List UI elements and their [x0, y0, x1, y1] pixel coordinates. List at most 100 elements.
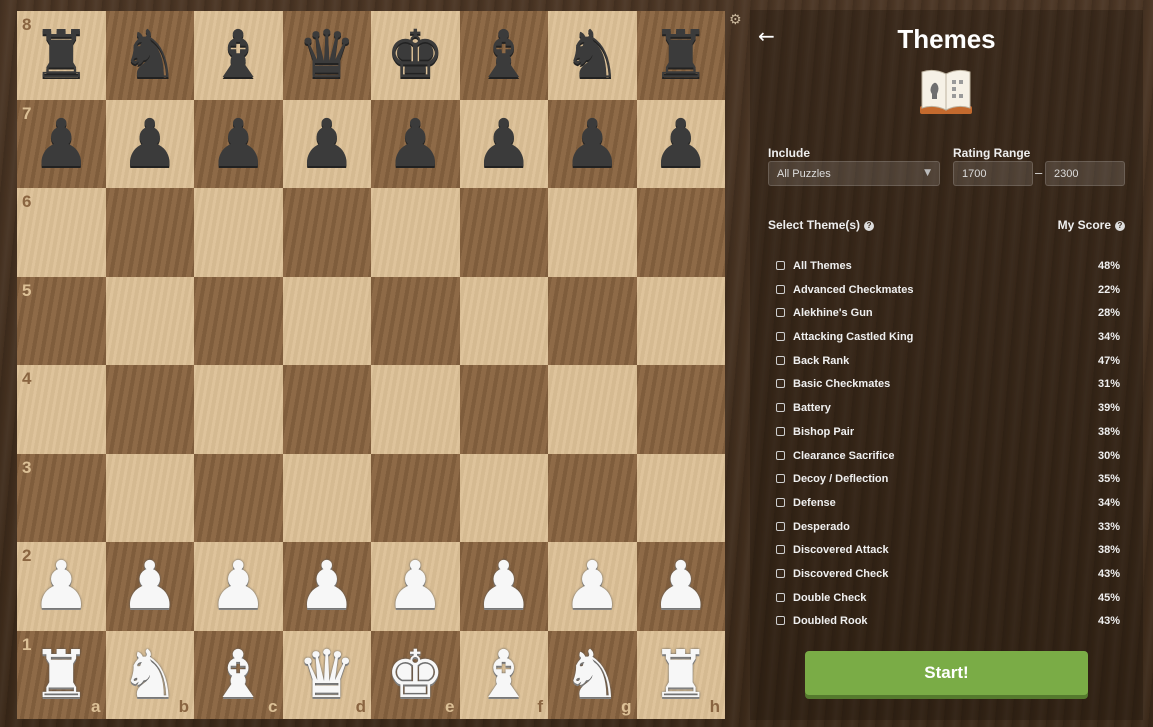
theme-checkbox[interactable] — [776, 426, 785, 436]
square-b7[interactable]: ♟ — [105, 99, 195, 189]
theme-checkbox[interactable] — [776, 545, 785, 555]
rating-min-input[interactable] — [953, 161, 1033, 186]
square-h3[interactable] — [636, 453, 725, 542]
square-g4[interactable] — [548, 365, 637, 454]
theme-checkbox[interactable] — [776, 379, 785, 389]
square-b3[interactable] — [105, 453, 194, 542]
square-a2[interactable]: ♟ 2 — [17, 542, 106, 631]
square-h2[interactable]: ♟ — [636, 542, 726, 631]
chess-piece[interactable]: ♟ — [194, 542, 283, 631]
square-c2[interactable]: ♟ — [194, 542, 283, 631]
square-d5[interactable] — [282, 276, 371, 365]
square-d1[interactable]: ♛ d — [282, 630, 371, 719]
square-g6[interactable] — [548, 188, 637, 277]
themes-list[interactable]: All Themes 48% Advanced Checkmates 22% Alekh… — [768, 254, 1128, 640]
theme-row[interactable]: Back Rank 47% — [768, 349, 1128, 373]
chess-piece[interactable]: ♝ — [194, 11, 283, 100]
chess-piece[interactable]: ♟ — [106, 100, 195, 189]
square-a3[interactable]: 3 — [17, 453, 106, 542]
chess-piece[interactable]: ♝ — [460, 11, 549, 100]
square-h1[interactable]: ♜ h — [636, 630, 725, 719]
square-c4[interactable] — [194, 365, 283, 454]
square-a5[interactable]: 5 — [17, 276, 106, 365]
chess-piece[interactable]: ♞ — [106, 11, 195, 100]
theme-row[interactable]: All Themes 48% — [768, 254, 1128, 278]
square-d6[interactable] — [282, 188, 371, 277]
square-e2[interactable]: ♟ — [371, 542, 460, 631]
square-b8[interactable]: ♞ — [105, 11, 195, 100]
square-e4[interactable] — [371, 365, 460, 454]
theme-checkbox[interactable] — [776, 450, 785, 460]
theme-checkbox[interactable] — [776, 616, 785, 626]
help-icon[interactable]: ? — [1115, 220, 1125, 231]
square-h5[interactable] — [636, 276, 725, 365]
square-b4[interactable] — [105, 365, 194, 454]
theme-checkbox[interactable] — [776, 261, 785, 270]
theme-row[interactable]: Bishop Pair 38% — [768, 420, 1128, 444]
square-f2[interactable]: ♟ — [459, 542, 548, 631]
square-h6[interactable] — [636, 188, 725, 277]
square-g3[interactable] — [548, 453, 637, 542]
theme-row[interactable]: Double Check 45% — [768, 586, 1128, 610]
theme-row[interactable]: Discovered Check 43% — [768, 562, 1128, 586]
theme-checkbox[interactable] — [776, 497, 785, 507]
square-h4[interactable] — [636, 365, 725, 454]
square-e6[interactable] — [371, 188, 460, 277]
theme-row[interactable]: Discovered Attack 38% — [768, 538, 1128, 562]
square-a7[interactable]: ♟ 7 — [17, 99, 106, 188]
chess-piece[interactable]: ♟ — [460, 100, 549, 189]
square-f5[interactable] — [459, 276, 548, 365]
square-c1[interactable]: ♝ c — [194, 630, 283, 719]
theme-row[interactable]: Basic Checkmates 31% — [768, 372, 1128, 396]
square-h8[interactable]: ♜ — [636, 11, 725, 100]
square-g8[interactable]: ♞ — [548, 11, 637, 100]
square-d4[interactable] — [282, 365, 371, 454]
theme-row[interactable]: Desperado 33% — [768, 515, 1128, 539]
square-e8[interactable]: ♚ — [371, 11, 460, 100]
chess-piece[interactable]: ♟ — [637, 100, 726, 189]
chess-piece[interactable]: ♟ — [283, 542, 372, 631]
theme-checkbox[interactable] — [776, 355, 785, 365]
chess-piece[interactable]: ♚ — [371, 11, 460, 100]
square-a1[interactable]: ♜ 1 a — [17, 630, 106, 719]
square-d3[interactable] — [282, 453, 371, 542]
square-a6[interactable]: 6 — [17, 188, 106, 277]
rating-max-input[interactable] — [1045, 161, 1125, 186]
chess-piece[interactable]: ♟ — [371, 542, 460, 631]
square-f6[interactable] — [459, 188, 548, 277]
square-h7[interactable]: ♟ — [636, 99, 726, 189]
theme-checkbox[interactable] — [776, 474, 785, 484]
chess-board[interactable]: ♜ 8 ♞ ♝ ♛ ♚ ♝ ♞ ♜ ♟ 7 ♟ ♟ ♟ ♟ ♟ ♟ ♟ 6 5 4 3 ♟ 2 ♟ ♟ ♟ ♟ ♟ ♟ ♟ ♜ 1 a ♞ b ♝ c ♛ d… — [17, 11, 725, 719]
chess-piece[interactable]: ♞ — [548, 11, 637, 100]
start-button[interactable]: Start! — [805, 651, 1088, 695]
theme-checkbox[interactable] — [776, 403, 785, 413]
square-e1[interactable]: ♚ e — [371, 630, 460, 719]
square-f4[interactable] — [459, 365, 548, 454]
square-g2[interactable]: ♟ — [548, 542, 637, 631]
square-a4[interactable]: 4 — [17, 365, 106, 454]
theme-row[interactable]: Clearance Sacrifice 30% — [768, 444, 1128, 468]
theme-row[interactable]: Alekhine's Gun 28% — [768, 301, 1128, 325]
square-g7[interactable]: ♟ — [548, 99, 637, 188]
square-g5[interactable] — [548, 276, 637, 365]
theme-row[interactable]: Decoy / Deflection 35% — [768, 467, 1128, 491]
square-d8[interactable]: ♛ — [282, 11, 372, 100]
chess-piece[interactable]: ♟ — [637, 542, 726, 631]
theme-row[interactable]: Doubled Rook 43% — [768, 609, 1128, 633]
theme-checkbox[interactable] — [776, 568, 785, 578]
square-f1[interactable]: ♝ f — [459, 630, 549, 720]
square-e7[interactable]: ♟ — [371, 99, 460, 188]
square-b1[interactable]: ♞ b — [105, 630, 194, 719]
theme-checkbox[interactable] — [776, 332, 785, 342]
square-b6[interactable] — [105, 188, 194, 277]
chess-piece[interactable]: ♟ — [194, 100, 283, 189]
gear-icon[interactable]: ⚙ — [729, 12, 742, 28]
square-c6[interactable] — [194, 188, 283, 277]
square-c5[interactable] — [194, 276, 283, 365]
square-b2[interactable]: ♟ — [105, 542, 194, 631]
square-d2[interactable]: ♟ — [282, 542, 372, 631]
chess-piece[interactable]: ♝ — [460, 631, 549, 720]
square-c7[interactable]: ♟ — [194, 99, 283, 189]
chess-piece[interactable]: ♛ — [283, 11, 372, 100]
theme-row[interactable]: Battery 39% — [768, 396, 1128, 420]
